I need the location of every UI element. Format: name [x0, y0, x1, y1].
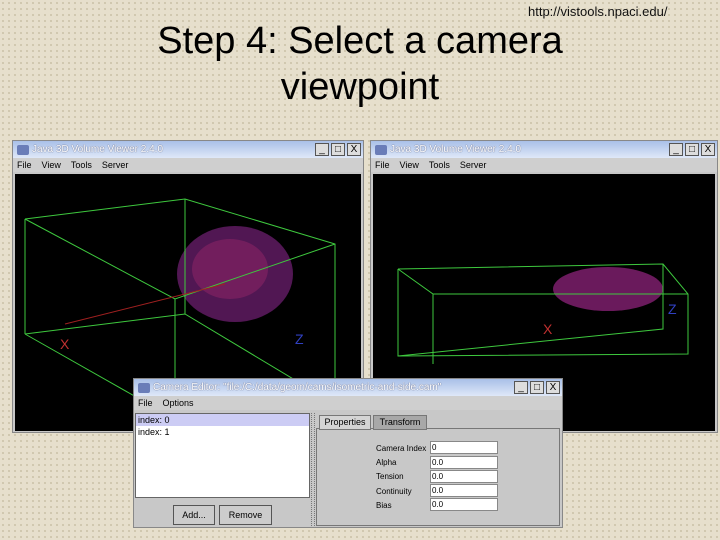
tension-field[interactable]: 0.0 — [430, 470, 498, 483]
z-axis-label: Z — [295, 331, 304, 347]
menu-bar: File Options — [134, 396, 562, 410]
menu-options[interactable]: Options — [163, 398, 194, 408]
menu-bar: File View Tools Server — [371, 158, 717, 172]
minimize-button[interactable]: _ — [315, 143, 329, 156]
alpha-field[interactable]: 0.0 — [430, 456, 498, 469]
java-icon — [375, 144, 387, 155]
close-button[interactable]: X — [347, 143, 361, 156]
bias-label: Bias — [376, 501, 392, 510]
tab-transform[interactable]: Transform — [373, 415, 427, 430]
minimize-button[interactable]: _ — [514, 381, 528, 394]
x-axis-label: X — [60, 336, 70, 352]
menu-server[interactable]: Server — [102, 160, 129, 170]
z-axis-label: Z — [668, 301, 677, 317]
camera-list[interactable]: index: 0 index: 1 — [135, 413, 310, 498]
java-icon — [138, 382, 150, 393]
x-axis-label: X — [543, 321, 553, 337]
menu-file[interactable]: File — [17, 160, 32, 170]
alpha-label: Alpha — [376, 458, 397, 467]
menu-bar: File View Tools Server — [13, 158, 363, 172]
minimize-button[interactable]: _ — [669, 143, 683, 156]
window-title: Java 3D Volume Viewer 2.4.0 — [390, 144, 522, 155]
tension-label: Tension — [376, 472, 404, 481]
maximize-button[interactable]: □ — [530, 381, 544, 394]
menu-view[interactable]: View — [400, 160, 419, 170]
window-title: Java 3D Volume Viewer 2.4.0 — [32, 144, 164, 155]
title-bar: Java 3D Volume Viewer 2.4.0 _ □ X — [371, 141, 717, 158]
window-title: Camera Editor: "file:/C:/data/geom/cams/… — [153, 382, 442, 393]
menu-tools[interactable]: Tools — [429, 160, 450, 170]
maximize-button[interactable]: □ — [331, 143, 345, 156]
add-button[interactable]: Add... — [173, 505, 215, 525]
camera-index-label: Camera Index — [376, 444, 427, 453]
splitter[interactable] — [311, 413, 315, 526]
close-button[interactable]: X — [701, 143, 715, 156]
remove-button[interactable]: Remove — [219, 505, 272, 525]
menu-tools[interactable]: Tools — [71, 160, 92, 170]
camera-index-field[interactable]: 0 — [430, 441, 498, 454]
bias-field[interactable]: 0.0 — [430, 498, 498, 511]
volume-render-core — [192, 239, 268, 299]
list-item[interactable]: index: 1 — [136, 426, 309, 438]
title-bar: Java 3D Volume Viewer 2.4.0 _ □ X — [13, 141, 363, 158]
continuity-label: Continuity — [376, 487, 412, 496]
menu-view[interactable]: View — [42, 160, 61, 170]
continuity-field[interactable]: 0.0 — [430, 484, 498, 497]
maximize-button[interactable]: □ — [685, 143, 699, 156]
java-icon — [17, 144, 29, 155]
menu-server[interactable]: Server — [460, 160, 487, 170]
close-button[interactable]: X — [546, 381, 560, 394]
menu-file[interactable]: File — [375, 160, 390, 170]
menu-file[interactable]: File — [138, 398, 153, 408]
title-bar: Camera Editor: "file:/C:/data/geom/cams/… — [134, 379, 562, 396]
source-url: http://vistools.npaci.edu/ — [528, 4, 668, 19]
slide-title: Step 4: Select a camera viewpoint — [157, 20, 563, 108]
tab-properties[interactable]: Properties — [319, 415, 371, 430]
list-item[interactable]: index: 0 — [136, 414, 309, 426]
volume-render — [553, 267, 663, 311]
